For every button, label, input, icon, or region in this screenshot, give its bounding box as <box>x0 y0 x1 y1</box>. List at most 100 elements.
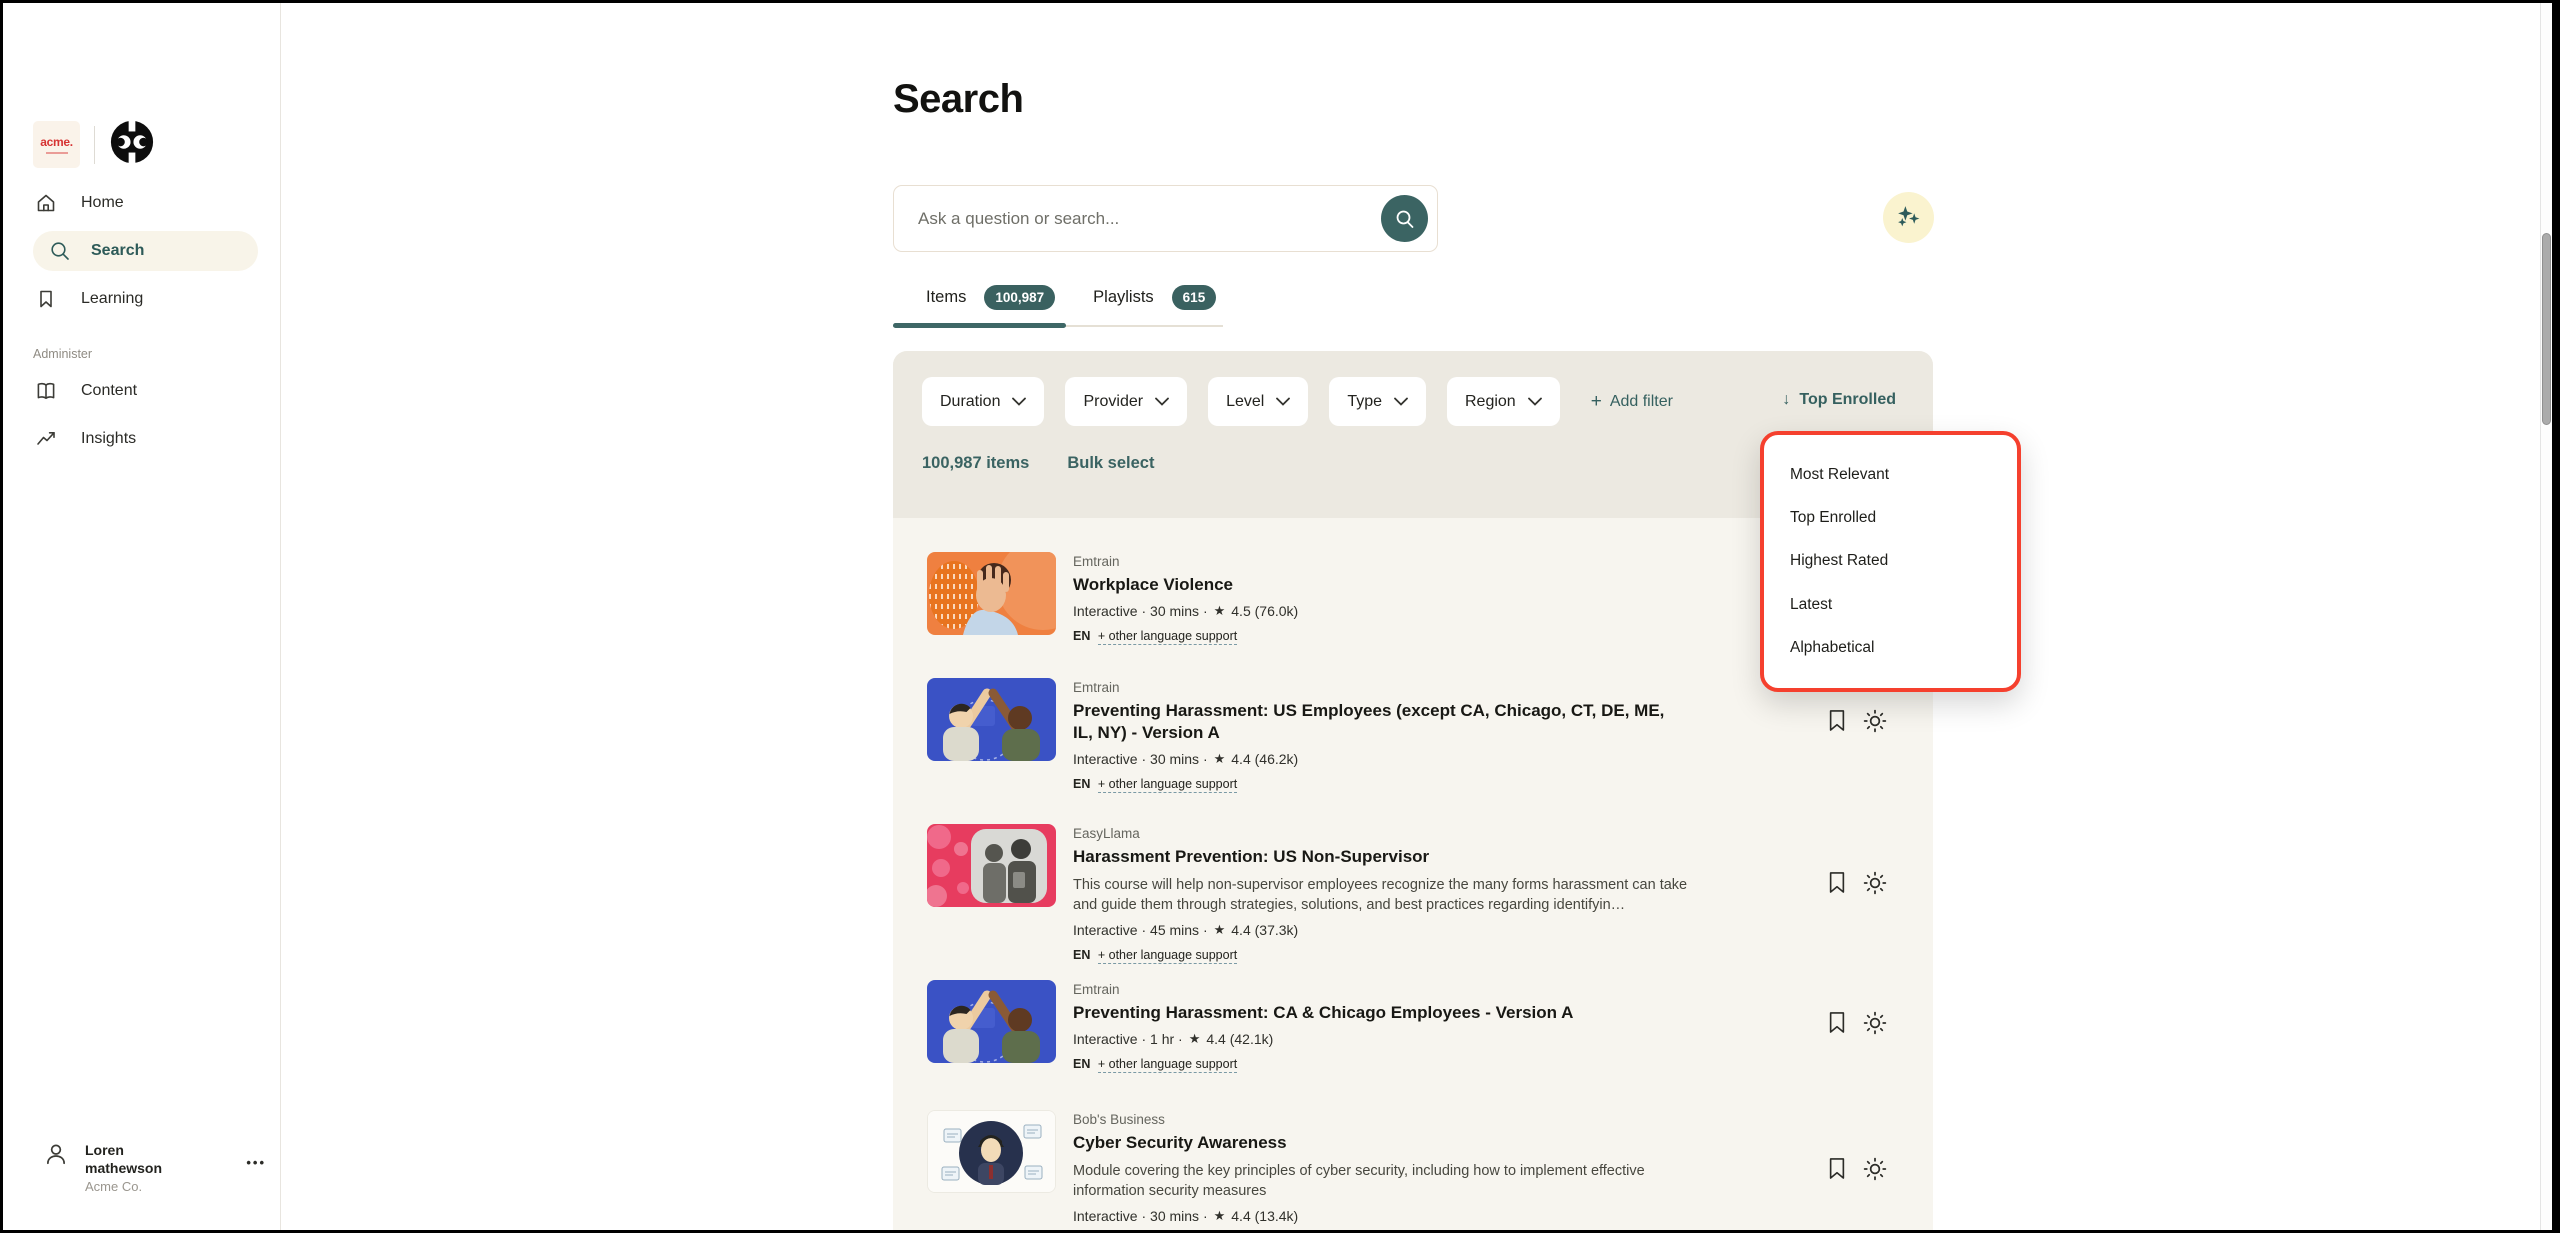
tab-underline-active <box>893 323 1066 328</box>
filter-type[interactable]: Type <box>1329 377 1426 426</box>
filter-row: Duration Provider Level Type Region <box>922 377 1673 426</box>
filter-duration[interactable]: Duration <box>922 377 1044 426</box>
result-provider: Emtrain <box>1073 982 1713 997</box>
add-filter-label: Add filter <box>1610 393 1673 411</box>
result-lang-more[interactable]: + other language support <box>1098 948 1237 964</box>
result-row-preventing-harassment-us[interactable]: Emtrain Preventing Harassment: US Employ… <box>927 678 1917 791</box>
magnifier-icon <box>1394 208 1416 230</box>
sort-label: Top Enrolled <box>1799 391 1896 409</box>
result-actions <box>1827 870 1887 895</box>
add-filter-button[interactable]: + Add filter <box>1591 391 1673 413</box>
result-description: This course will help non-supervisor emp… <box>1073 875 1703 915</box>
bookmark-icon[interactable] <box>1827 1010 1847 1035</box>
result-lang-more[interactable]: + other language support <box>1098 1057 1237 1073</box>
items-count-text: 100,987 items <box>922 454 1029 473</box>
playlists-count-badge: 615 <box>1172 285 1217 310</box>
sort-option-top-enrolled[interactable]: Top Enrolled <box>1764 509 2017 527</box>
result-title[interactable]: Preventing Harassment: CA & Chicago Empl… <box>1073 1002 1673 1024</box>
sidebar-nav: Home Search Learning Administer Content <box>3 179 280 463</box>
sidebar-item-label: Insights <box>81 430 136 448</box>
result-rating: 4.4 (37.3k) <box>1231 922 1298 938</box>
search-bar <box>893 185 1438 252</box>
result-languages: EN + other language support <box>1073 629 1713 643</box>
star-icon: ★ <box>1214 1208 1226 1224</box>
search-submit-button[interactable] <box>1381 195 1428 242</box>
tab-bar: Items 100,987 Playlists 615 <box>926 285 1216 310</box>
star-icon: ★ <box>1189 1031 1201 1047</box>
filter-level[interactable]: Level <box>1208 377 1308 426</box>
filter-label: Region <box>1465 393 1516 411</box>
bookmark-icon <box>33 288 59 310</box>
search-icon <box>47 240 73 262</box>
list-header: 100,987 items Bulk select <box>922 454 1154 473</box>
sidebar-item-learning[interactable]: Learning <box>3 275 280 323</box>
result-lang-more[interactable]: + other language support <box>1098 777 1237 793</box>
filter-provider[interactable]: Provider <box>1065 377 1187 426</box>
scrollbar-thumb[interactable] <box>2542 233 2551 425</box>
sidebar-item-label: Content <box>81 382 137 400</box>
sidebar-item-content[interactable]: Content <box>3 367 280 415</box>
spotlight-sun-icon[interactable] <box>1863 709 1887 733</box>
filter-label: Duration <box>940 393 1000 411</box>
star-icon: ★ <box>1214 922 1226 938</box>
star-icon: ★ <box>1214 603 1226 619</box>
sort-option-most-relevant[interactable]: Most Relevant <box>1764 466 2017 484</box>
result-title[interactable]: Preventing Harassment: US Employees (exc… <box>1073 700 1673 744</box>
result-rating: 4.4 (42.1k) <box>1206 1031 1273 1047</box>
search-input[interactable] <box>894 186 1437 251</box>
result-row-preventing-harassment-ca[interactable]: Emtrain Preventing Harassment: CA & Chic… <box>927 980 1917 1071</box>
result-rating: 4.4 (46.2k) <box>1231 751 1298 767</box>
bookmark-icon[interactable] <box>1827 1156 1847 1181</box>
chevron-down-icon <box>1012 397 1026 406</box>
app-window: acme. Home <box>0 0 2560 1233</box>
spotlight-sun-icon[interactable] <box>1863 871 1887 895</box>
sort-option-latest[interactable]: Latest <box>1764 596 2017 614</box>
tab-items[interactable]: Items 100,987 <box>926 285 1055 310</box>
user-profile[interactable]: Loren mathewson Acme Co. ••• <box>43 1141 266 1194</box>
brand-area: acme. <box>33 119 155 170</box>
ai-assistant-button[interactable] <box>1883 192 1934 243</box>
result-languages: EN + other language support <box>1073 1057 1713 1071</box>
result-provider: EasyLlama <box>1073 826 1713 841</box>
acme-logo-subline <box>46 152 68 154</box>
result-title[interactable]: Cyber Security Awareness <box>1073 1132 1673 1154</box>
user-menu-dots[interactable]: ••• <box>246 1141 266 1170</box>
bookmark-icon[interactable] <box>1827 708 1847 733</box>
sidebar-item-search[interactable]: Search <box>33 231 258 271</box>
spotlight-sun-icon[interactable] <box>1863 1011 1887 1035</box>
result-meta: Interactive · 30 mins · ★ 4.4 (13.4k) <box>1073 1208 1713 1224</box>
bookmark-icon[interactable] <box>1827 870 1847 895</box>
open-book-icon <box>33 380 59 402</box>
sidebar: acme. Home <box>3 3 281 1230</box>
result-title[interactable]: Workplace Violence <box>1073 574 1673 596</box>
user-name: Loren mathewson <box>85 1141 203 1177</box>
sort-option-alphabetical[interactable]: Alphabetical <box>1764 639 2017 657</box>
chevron-down-icon <box>1155 397 1169 406</box>
result-row-harassment-prevention[interactable]: EasyLlama Harassment Prevention: US Non-… <box>927 824 1917 962</box>
sparkles-icon <box>1895 204 1922 231</box>
tab-playlists[interactable]: Playlists 615 <box>1093 285 1216 310</box>
filter-region[interactable]: Region <box>1447 377 1560 426</box>
sort-option-highest-rated[interactable]: Highest Rated <box>1764 552 2017 570</box>
plus-icon: + <box>1591 391 1602 413</box>
chevron-down-icon <box>1276 397 1290 406</box>
sidebar-item-insights[interactable]: Insights <box>3 415 280 463</box>
result-meta-text: Interactive · 45 mins · <box>1073 922 1208 938</box>
sidebar-item-label: Search <box>91 242 144 260</box>
bulk-select-button[interactable]: Bulk select <box>1067 454 1154 473</box>
spotlight-sun-icon[interactable] <box>1863 1157 1887 1181</box>
tab-label: Items <box>926 288 966 307</box>
sort-control[interactable]: ↓ Top Enrolled <box>1782 391 1896 409</box>
result-row-cyber-security[interactable]: Bob's Business Cyber Security Awareness … <box>927 1110 1917 1233</box>
chevron-down-icon <box>1394 397 1408 406</box>
sidebar-item-home[interactable]: Home <box>3 179 280 227</box>
result-lang-more[interactable]: + other language support <box>1098 629 1237 645</box>
main-content: Search Items 100,987 Playlists 615 <box>282 3 2549 1230</box>
result-provider: Bob's Business <box>1073 1112 1713 1127</box>
filter-label: Provider <box>1083 393 1143 411</box>
result-title[interactable]: Harassment Prevention: US Non-Supervisor <box>1073 846 1673 868</box>
sidebar-item-label: Home <box>81 194 124 212</box>
brand-divider <box>94 126 95 164</box>
result-actions <box>1827 1156 1887 1181</box>
scrollbar-track[interactable] <box>2540 3 2552 1230</box>
